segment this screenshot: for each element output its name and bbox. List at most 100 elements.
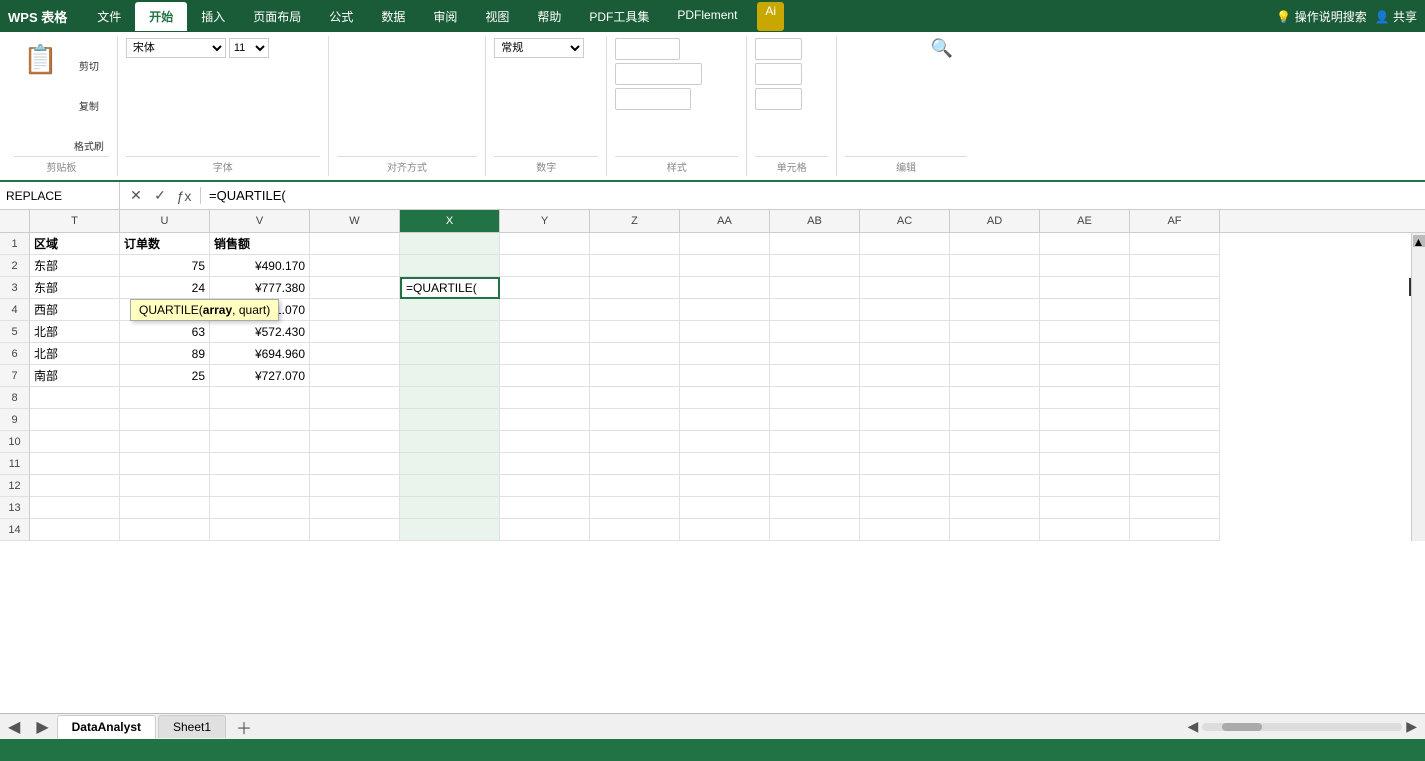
cell-Y6[interactable] — [500, 343, 590, 365]
format-cell-button[interactable]: 格式▼ — [755, 88, 802, 110]
cell-Z2[interactable] — [590, 255, 680, 277]
cell-AF5[interactable] — [1130, 321, 1220, 343]
cell-style-button[interactable]: 单元格样式▼ — [615, 88, 691, 110]
border-button[interactable]: ⊞▼ — [193, 63, 221, 80]
cell-AD14[interactable] — [950, 519, 1040, 541]
cell-W4[interactable] — [310, 299, 400, 321]
cell-AC13[interactable] — [860, 497, 950, 519]
cell-AB8[interactable] — [770, 387, 860, 409]
copy-button[interactable]: ⧉ 复制 — [69, 78, 109, 116]
cell-Z11[interactable] — [590, 453, 680, 475]
cell-Z6[interactable] — [590, 343, 680, 365]
align-right-button[interactable]: ≡ — [374, 62, 390, 81]
cell-AB4[interactable] — [770, 299, 860, 321]
percent-button[interactable]: % — [494, 63, 513, 81]
cell-AA10[interactable] — [680, 431, 770, 453]
vertical-scrollbar[interactable]: ▲ — [1411, 233, 1425, 541]
cell-X9[interactable] — [400, 409, 500, 431]
cell-Z5[interactable] — [590, 321, 680, 343]
cell-Y11[interactable] — [500, 453, 590, 475]
cell-AE2[interactable] — [1040, 255, 1130, 277]
cell-W12[interactable] — [310, 475, 400, 497]
share-button[interactable]: 👤 共享 — [1375, 8, 1417, 25]
cell-AB9[interactable] — [770, 409, 860, 431]
menu-item-pdfelement[interactable]: PDFlement — [663, 2, 751, 31]
cell-AC1[interactable] — [860, 233, 950, 255]
row-num-3[interactable]: 3 — [0, 277, 29, 299]
cell-AD7[interactable] — [950, 365, 1040, 387]
cell-W14[interactable] — [310, 519, 400, 541]
cell-AE7[interactable] — [1040, 365, 1130, 387]
cell-X10[interactable] — [400, 431, 500, 453]
cell-W1[interactable] — [310, 233, 400, 255]
cell-AC8[interactable] — [860, 387, 950, 409]
cell-AF11[interactable] — [1130, 453, 1220, 475]
cell-W7[interactable] — [310, 365, 400, 387]
cell-T14[interactable] — [30, 519, 120, 541]
name-box[interactable] — [0, 182, 120, 209]
cell-AC7[interactable] — [860, 365, 950, 387]
cell-AF2[interactable] — [1130, 255, 1220, 277]
cell-V9[interactable] — [210, 409, 310, 431]
cell-AD13[interactable] — [950, 497, 1040, 519]
cell-Z8[interactable] — [590, 387, 680, 409]
cell-AA14[interactable] — [680, 519, 770, 541]
cell-X3[interactable]: =QUARTILE( — [400, 277, 500, 299]
cell-Y9[interactable] — [500, 409, 590, 431]
cell-T6[interactable]: 北部 — [30, 343, 120, 365]
cell-T11[interactable] — [30, 453, 120, 475]
menu-item-file[interactable]: 文件 — [83, 2, 135, 31]
paste-button[interactable]: 📋 粘贴 — [14, 38, 67, 96]
cell-V10[interactable] — [210, 431, 310, 453]
search-operations[interactable]: 💡 操作说明搜索 — [1276, 8, 1366, 25]
cell-V7[interactable]: ¥727.070 — [210, 365, 310, 387]
insert-function-icon[interactable]: ƒx — [174, 188, 194, 204]
cell-AC11[interactable] — [860, 453, 950, 475]
font-color-button[interactable]: A▼ — [254, 64, 280, 80]
cell-AE1[interactable] — [1040, 233, 1130, 255]
cell-X7[interactable] — [400, 365, 500, 387]
cell-W10[interactable] — [310, 431, 400, 453]
cell-V5[interactable]: ¥572.430 — [210, 321, 310, 343]
horizontal-scrollbar[interactable] — [1202, 723, 1402, 731]
scroll-left-tab-button[interactable]: ◀ — [0, 717, 28, 737]
bold-button[interactable]: B — [126, 61, 147, 82]
col-header-U[interactable]: U — [120, 210, 210, 232]
cell-AD9[interactable] — [950, 409, 1040, 431]
cell-Z4[interactable] — [590, 299, 680, 321]
font-name-select[interactable]: 宋体 — [126, 38, 226, 58]
cell-T4[interactable]: 西部 — [30, 299, 120, 321]
align-bottom-button[interactable]: ⊥ — [377, 38, 396, 58]
row-num-14[interactable]: 14 — [0, 519, 29, 541]
cell-T1[interactable]: 区域 — [30, 233, 120, 255]
row-num-10[interactable]: 10 — [0, 431, 29, 453]
table-format-button[interactable]: 套用表格格式▼ — [615, 63, 702, 85]
cell-AD6[interactable] — [950, 343, 1040, 365]
increase-font-button[interactable]: A↑ — [272, 39, 294, 57]
cell-AB13[interactable] — [770, 497, 860, 519]
cell-AC2[interactable] — [860, 255, 950, 277]
cell-X13[interactable] — [400, 497, 500, 519]
cut-button[interactable]: ✂ 剪切 — [69, 38, 109, 76]
formula-input[interactable] — [201, 188, 1425, 203]
col-header-AD[interactable]: AD — [950, 210, 1040, 232]
sum-button[interactable]: Σ — [845, 38, 859, 64]
indent-increase-button[interactable]: → — [414, 63, 433, 79]
cell-W8[interactable] — [310, 387, 400, 409]
cell-AD3[interactable] — [950, 277, 1040, 299]
cell-AB3[interactable] — [770, 277, 860, 299]
cell-X8[interactable] — [400, 387, 500, 409]
cell-V12[interactable] — [210, 475, 310, 497]
scroll-right-button[interactable]: ▶ — [1402, 718, 1421, 735]
cell-AD12[interactable] — [950, 475, 1040, 497]
cell-T5[interactable]: 北部 — [30, 321, 120, 343]
cell-Y3[interactable] — [500, 277, 590, 299]
cell-T2[interactable]: 东部 — [30, 255, 120, 277]
cell-X4[interactable] — [400, 299, 500, 321]
cell-Y7[interactable] — [500, 365, 590, 387]
menu-item-data[interactable]: 数据 — [367, 2, 419, 31]
cell-AD4[interactable] — [950, 299, 1040, 321]
menu-item-home[interactable]: 开始 — [135, 2, 187, 31]
cell-AF14[interactable] — [1130, 519, 1220, 541]
cell-AA1[interactable] — [680, 233, 770, 255]
